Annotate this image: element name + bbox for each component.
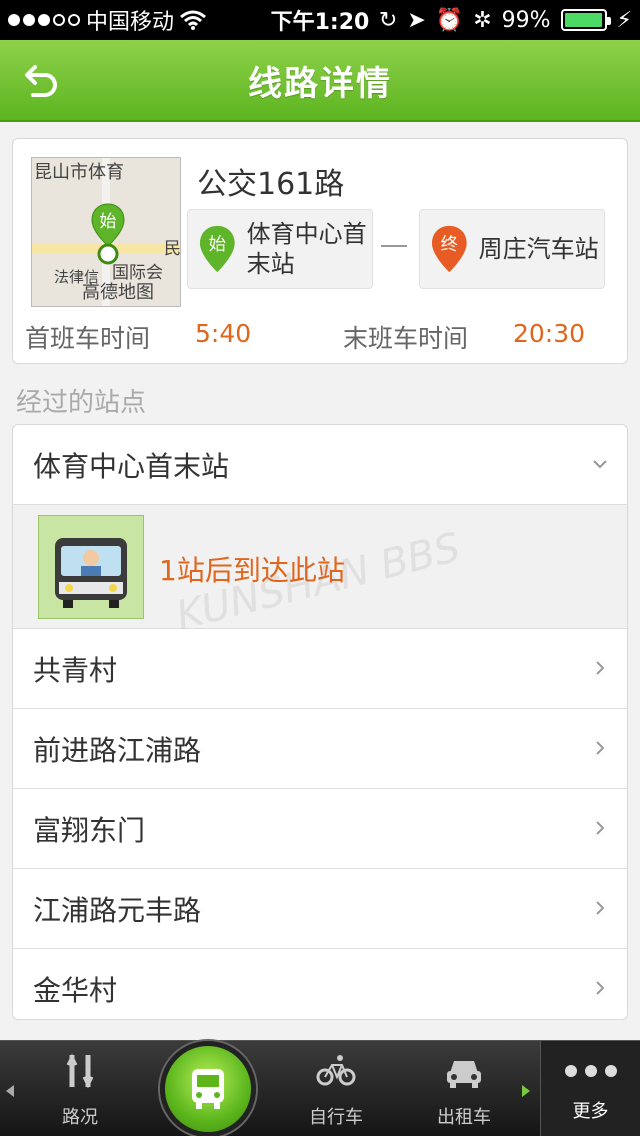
bus-icon: [55, 538, 127, 608]
map-label: 昆山市体育: [34, 162, 124, 183]
station-name: 体育中心首末站: [33, 449, 230, 483]
nav-bar: 线路详情: [0, 40, 640, 122]
map-pin-label: 始: [100, 212, 117, 232]
tab-label: 出租车: [437, 1107, 491, 1128]
end-badge-icon: 终: [431, 225, 467, 273]
tab-taxi[interactable]: 出租车: [414, 1041, 514, 1136]
tab-bus[interactable]: [160, 1041, 256, 1136]
first-bus-label: 首班车时间: [25, 324, 151, 353]
charging-icon: ⚡: [616, 7, 632, 33]
map-label: 民: [164, 239, 181, 259]
arrival-status: 1站后到达此站: [159, 554, 345, 587]
station-item[interactable]: 前进路江浦路: [13, 709, 627, 789]
start-stop-name: 体育中心首末站: [246, 220, 367, 278]
route-separator: [381, 245, 407, 247]
station-list: 体育中心首末站 1站后到达此站 KUNSHAN BBS 共青村 前进路江浦路 富…: [12, 424, 628, 1020]
end-stop-name: 周庄汽车站: [478, 235, 599, 263]
more-icon: [565, 1065, 617, 1077]
status-right: ↻ ➤ ⏰ ✲ 99% ⚡: [379, 8, 632, 33]
station-name: 金华村: [33, 974, 118, 1007]
tab-traffic[interactable]: 路况: [30, 1041, 130, 1136]
start-stop-box[interactable]: 始 体育中心首末站: [187, 209, 373, 289]
start-badge-label: 始: [209, 235, 226, 255]
scroll-left-arrow-icon[interactable]: [6, 1085, 14, 1097]
page-title: 线路详情: [248, 63, 392, 104]
chevron-right-icon: [596, 661, 605, 675]
station-name: 江浦路元丰路: [33, 893, 202, 927]
start-badge-icon: 始: [199, 225, 235, 273]
chevron-right-icon: [596, 981, 605, 995]
station-item[interactable]: 金华村: [13, 949, 627, 1019]
bluetooth-icon: ✲: [473, 7, 492, 33]
back-arrow-icon: [25, 65, 57, 97]
station-name: 富翔东门: [33, 813, 146, 847]
chevron-right-icon: [596, 821, 605, 835]
chevron-right-icon: [596, 741, 605, 755]
route-map-thumbnail[interactable]: 昆山市体育 法律信 国际会 民 高德地图 始: [31, 157, 181, 307]
station-name: 前进路江浦路: [33, 733, 202, 767]
location-icon: ➤: [407, 7, 426, 33]
bicycle-icon: [316, 1055, 356, 1086]
map-pin-icon: 始: [91, 203, 125, 265]
station-item[interactable]: 富翔东门: [13, 789, 627, 869]
alarm-icon: ⏰: [435, 7, 464, 33]
station-name: 共青村: [33, 653, 118, 687]
chevron-down-icon: [593, 460, 607, 469]
tab-more[interactable]: 更多: [540, 1041, 640, 1136]
station-item[interactable]: 江浦路元丰路: [13, 869, 627, 949]
bus-image: [38, 515, 144, 619]
tab-label: 更多: [572, 1101, 609, 1122]
station-item[interactable]: 共青村: [13, 629, 627, 709]
end-badge-label: 终: [441, 235, 458, 255]
tab-label: 自行车: [309, 1107, 363, 1128]
bus-icon: [192, 1069, 224, 1109]
back-button[interactable]: [14, 54, 68, 108]
battery-fill: [564, 13, 603, 27]
taxi-icon: [447, 1061, 481, 1088]
battery-icon: [560, 9, 611, 31]
wifi-icon: [180, 10, 206, 30]
tab-bar: 路况 自行车 出租车 更多: [0, 1040, 640, 1136]
status-left: 中国移动: [8, 4, 379, 36]
first-bus-time: 5:40: [195, 319, 252, 348]
traffic-icon: [66, 1053, 94, 1089]
station-item-expanded[interactable]: 体育中心首末站: [13, 425, 627, 505]
signal-strength-icon: [8, 14, 80, 26]
route-card: 昆山市体育 法律信 国际会 民 高德地图 始 公交161路 始 体育中心首末站 …: [12, 138, 628, 364]
status-bar: 中国移动 下午1:20 ↻ ➤ ⏰ ✲ 99% ⚡: [0, 0, 640, 40]
scroll-right-arrow-icon[interactable]: [522, 1085, 530, 1097]
chevron-right-icon: [596, 901, 605, 915]
tab-label: 路况: [62, 1107, 98, 1128]
rotation-lock-icon: ↻: [378, 7, 398, 33]
tab-bicycle[interactable]: 自行车: [286, 1041, 386, 1136]
section-title-stations: 经过的站点: [16, 388, 147, 418]
route-name: 公交161路: [197, 167, 345, 202]
map-label: 高德地图: [82, 282, 154, 303]
carrier-name: 中国移动: [86, 10, 175, 35]
last-bus-time: 20:30: [513, 319, 586, 348]
last-bus-label: 末班车时间: [343, 324, 469, 353]
end-stop-box[interactable]: 终 周庄汽车站: [419, 209, 605, 289]
battery-percent: 99%: [501, 7, 551, 33]
arrival-panel: 1站后到达此站 KUNSHAN BBS: [13, 505, 627, 639]
